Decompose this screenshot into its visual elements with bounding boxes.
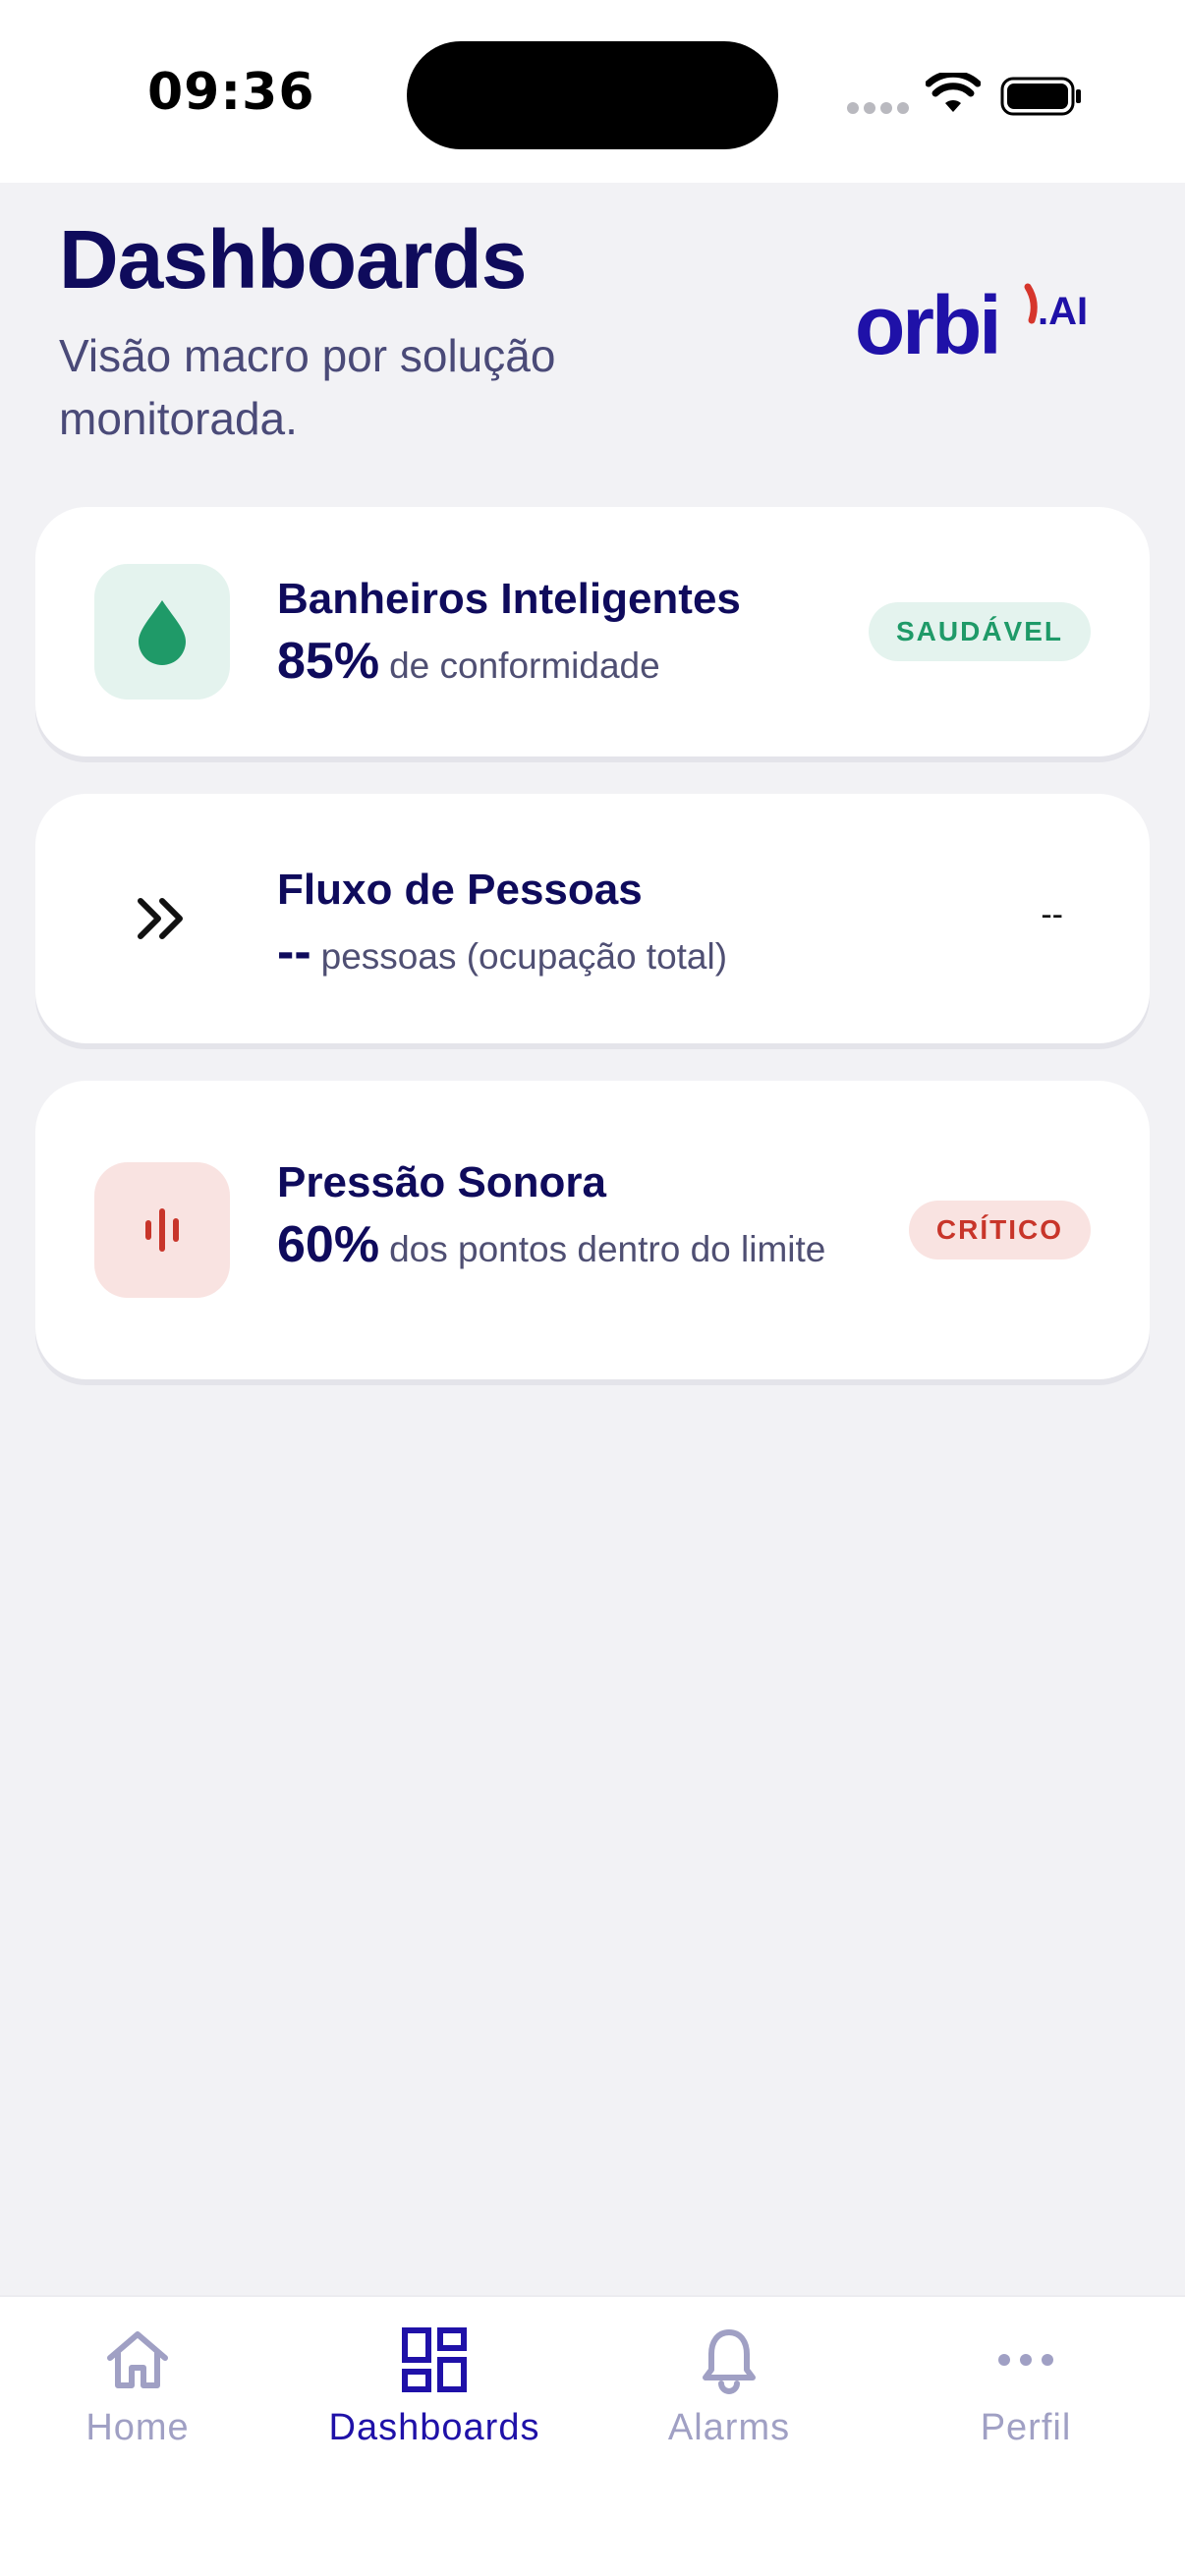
card-title: Banheiros Inteligentes [277,575,741,623]
bell-icon [703,2329,756,2394]
card-title: Pressão Sonora [277,1158,607,1206]
tab-bar: Home Dashboards Alarms Perfil [0,2295,1185,2576]
water-drop-icon [94,564,230,700]
chevrons-right-icon [94,851,230,986]
tab-dashboards[interactable]: Dashboards [316,2324,552,2449]
card-metric: 60% dos pontos dentro do limite [277,1219,857,1272]
tab-alarms[interactable]: Alarms [611,2324,847,2449]
orbi-ai-logo: orbi .AI [855,279,1088,362]
metric-label: de conformidade [389,645,660,686]
metric-value: -- [277,924,311,980]
page-title: Dashboards [59,213,527,306]
card-title: Fluxo de Pessoas [277,866,643,914]
battery-icon [1000,77,1081,116]
wifi-icon [926,73,981,112]
tab-perfil[interactable]: Perfil [908,2324,1144,2449]
tab-label: Alarms [667,2407,791,2448]
status-bar: 09:36 [0,0,1185,183]
sound-bars-icon [94,1162,230,1298]
svg-text:orbi: orbi [855,279,999,362]
card-pressao-sonora[interactable]: Pressão Sonora 60% dos pontos dentro do l… [35,1081,1150,1379]
dynamic-island [407,41,778,149]
dashboard-grid-icon [402,2327,467,2392]
more-dots-icon [998,2354,1053,2366]
card-content: Fluxo de Pessoas -- pessoas (ocupação tot… [277,863,727,980]
home-icon [107,2331,168,2388]
tab-label: Home [85,2407,190,2448]
cellular-signal-icon [847,102,909,114]
svg-text:.AI: .AI [1038,290,1088,333]
card-content: Banheiros Inteligentes 85% de conformidad… [277,572,741,689]
tab-label: Dashboards [328,2407,540,2448]
metric-value: 60% [277,1216,380,1273]
status-badge: SAUDÁVEL [868,602,1091,661]
card-metric: -- pessoas (ocupação total) [277,926,728,980]
card-content: Pressão Sonora 60% dos pontos dentro do l… [277,1155,857,1272]
status-time: 09:36 [147,63,315,122]
status-badge: CRÍTICO [908,1201,1091,1260]
metric-label: pessoas (ocupação total) [320,936,728,977]
page-subtitle: Visão macro por solução monitorada. [59,330,556,444]
card-fluxo-de-pessoas[interactable]: Fluxo de Pessoas -- pessoas (ocupação tot… [35,794,1150,1043]
status-value: -- [1041,896,1063,933]
card-metric: 85% de conformidade [277,636,741,689]
metric-label: dos pontos dentro do limite [389,1229,826,1269]
tab-home[interactable]: Home [20,2324,255,2449]
metric-value: 85% [277,633,380,690]
tab-label: Perfil [980,2407,1072,2448]
card-banheiros-inteligentes[interactable]: Banheiros Inteligentes 85% de conformidad… [35,507,1150,756]
